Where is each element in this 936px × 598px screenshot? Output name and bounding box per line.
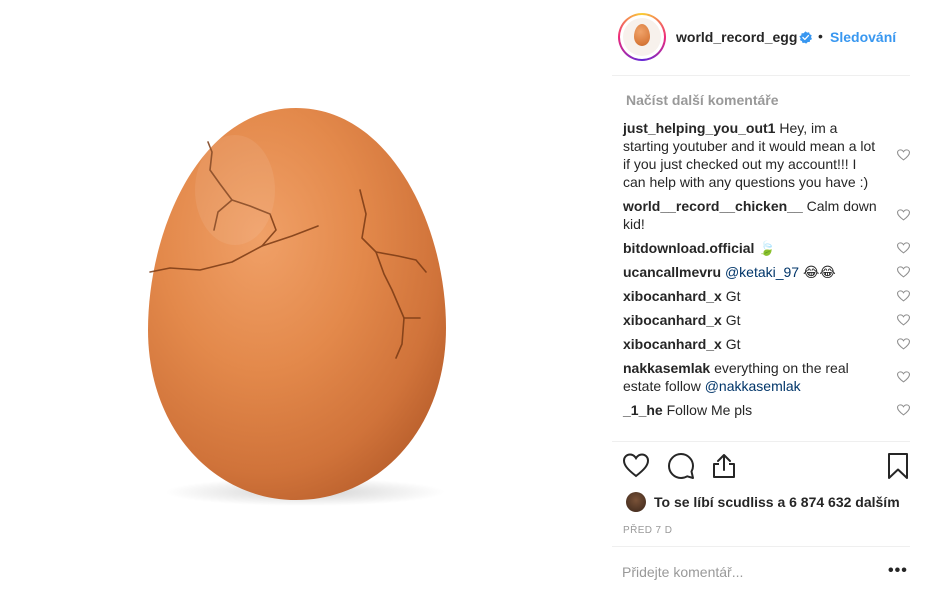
comment-mention[interactable]: @ketaki_97 — [721, 264, 799, 280]
comment-text: 😂😂 — [799, 264, 836, 280]
comment-item: _1_he Follow Me pls — [623, 401, 912, 419]
comment-username[interactable]: bitdownload.official — [623, 240, 754, 256]
comment-username[interactable]: world__record__chicken__ — [623, 198, 803, 214]
comment-text: Follow Me pls — [662, 402, 753, 418]
comment-item: bitdownload.official 🍃 — [623, 239, 912, 257]
bookmark-icon[interactable] — [884, 452, 912, 480]
egg-image — [148, 108, 446, 506]
comment-mention[interactable]: @nakkasemlak — [705, 378, 801, 394]
likes-text[interactable]: To se líbí scudliss a 6 874 632 dalším — [654, 494, 900, 510]
comment-text: Gt — [721, 336, 741, 352]
comments-list: just_helping_you_out1 Hey, im a starting… — [623, 119, 912, 425]
comment-like-icon[interactable] — [897, 404, 910, 416]
header-username[interactable]: world_record_egg — [676, 29, 797, 45]
follow-button[interactable]: Sledování — [830, 29, 896, 45]
comment-like-icon[interactable] — [897, 314, 910, 326]
liker-avatar[interactable] — [626, 492, 646, 512]
likes-summary[interactable]: To se líbí scudliss a 6 874 632 dalším — [626, 492, 900, 512]
comment-username[interactable]: ucancallmevru — [623, 264, 721, 280]
comment-like-icon[interactable] — [897, 290, 910, 302]
comment-like-icon[interactable] — [897, 338, 910, 350]
post-timestamp[interactable]: PŘED 7 D — [623, 525, 672, 536]
comment-item: xibocanhard_x Gt — [623, 335, 912, 353]
comment-item: ucancallmevru @ketaki_97 😂😂 — [623, 263, 912, 281]
comment-username[interactable]: nakkasemlak — [623, 360, 710, 376]
comment-item: just_helping_you_out1 Hey, im a starting… — [623, 119, 912, 191]
avatar[interactable] — [618, 13, 666, 61]
post-sidebar: world_record_egg • Sledování Načíst dalš… — [598, 0, 936, 598]
comment-text: 🍃 — [754, 240, 776, 256]
add-comment-input[interactable] — [622, 562, 852, 582]
header-separator: • — [818, 28, 823, 44]
load-more-comments-button[interactable]: Načíst další komentáře — [626, 92, 779, 108]
comment-text: Gt — [721, 288, 741, 304]
divider — [612, 441, 910, 442]
comment-username[interactable]: _1_he — [623, 402, 663, 418]
comment-item: world__record__chicken__ Calm down kid! — [623, 197, 912, 233]
divider — [612, 546, 910, 547]
comment-username[interactable]: xibocanhard_x — [623, 288, 722, 304]
comment-text: Gt — [721, 312, 741, 328]
post-header: world_record_egg • Sledování — [612, 0, 910, 76]
comment-item: xibocanhard_x Gt — [623, 287, 912, 305]
comment-username[interactable]: xibocanhard_x — [623, 336, 722, 352]
comment-icon[interactable] — [667, 452, 695, 480]
comment-like-icon[interactable] — [897, 371, 910, 383]
heart-icon[interactable] — [622, 452, 650, 480]
comment-item: nakkasemlak everything on the real estat… — [623, 359, 912, 395]
comment-like-icon[interactable] — [897, 149, 910, 161]
more-options-icon[interactable]: ••• — [888, 562, 908, 580]
instagram-post: world_record_egg • Sledování Načíst dalš… — [0, 0, 936, 598]
verified-badge-icon — [799, 31, 812, 44]
egg-avatar-icon — [634, 24, 650, 46]
comment-item: xibocanhard_x Gt — [623, 311, 912, 329]
post-image[interactable] — [0, 0, 598, 598]
comment-like-icon[interactable] — [897, 266, 910, 278]
post-actions — [622, 452, 912, 480]
comment-like-icon[interactable] — [897, 209, 910, 221]
comment-username[interactable]: xibocanhard_x — [623, 312, 722, 328]
comment-like-icon[interactable] — [897, 242, 910, 254]
comment-username[interactable]: just_helping_you_out1 — [623, 120, 775, 136]
share-icon[interactable] — [710, 452, 738, 480]
